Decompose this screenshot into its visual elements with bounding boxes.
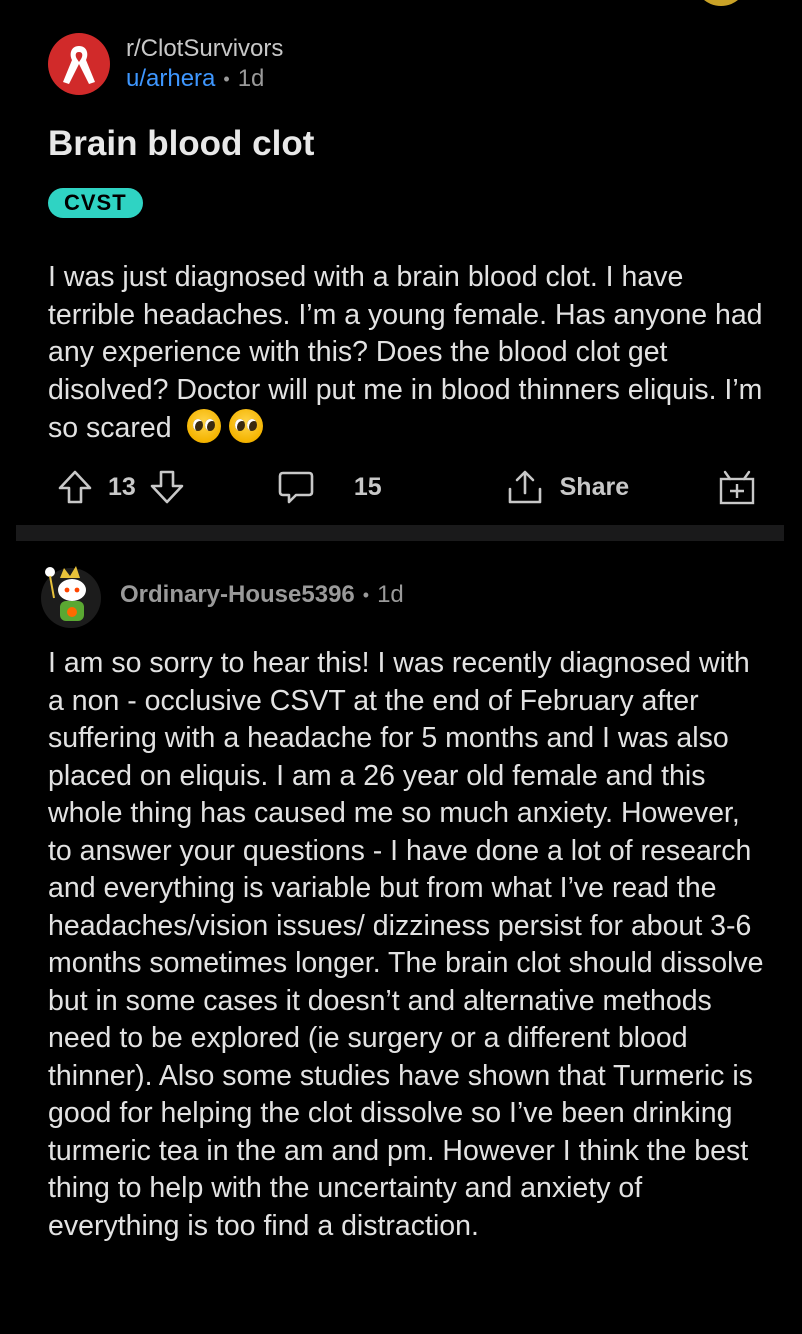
comment-bubble-icon[interactable]: [276, 467, 316, 507]
separator-dot: •: [362, 584, 370, 605]
partial-avatar-icon: [694, 0, 748, 6]
post-actions: 13 15 Share: [56, 464, 756, 510]
award-button[interactable]: [718, 467, 756, 507]
post-author[interactable]: u/arhera: [126, 64, 215, 94]
snoo-avatar-icon[interactable]: [38, 560, 104, 630]
post-title[interactable]: Brain blood clot: [48, 124, 314, 164]
comment-count: 15: [353, 472, 382, 501]
author-line: u/arhera • 1d: [126, 64, 283, 94]
post-flair[interactable]: CVST: [48, 188, 143, 218]
share-button[interactable]: Share: [506, 467, 629, 507]
gift-award-icon[interactable]: [718, 467, 756, 507]
comment-author[interactable]: Ordinary-House5396: [120, 581, 355, 609]
share-icon[interactable]: [506, 467, 544, 507]
post-age: 1d: [237, 65, 265, 92]
comment-body: I am so sorry to hear this! I was recent…: [48, 647, 764, 1242]
post-header: r/ClotSurvivors u/arhera • 1d: [48, 32, 754, 96]
share-label: Share: [559, 472, 630, 501]
subreddit-name[interactable]: r/ClotSurvivors: [126, 34, 283, 64]
separator-dot: •: [223, 69, 230, 89]
upvote-count: 13: [108, 472, 136, 501]
awareness-ribbon-icon[interactable]: [48, 33, 110, 95]
downvote-arrow-icon[interactable]: [148, 468, 186, 506]
comments-button[interactable]: 15: [276, 467, 382, 507]
upvote-arrow-icon[interactable]: [56, 468, 94, 506]
pleading-face-emoji: [187, 409, 222, 443]
comment-header: Ordinary-House5396 • 1d: [38, 560, 404, 630]
pleading-face-emoji: [229, 409, 264, 443]
post-body: I was just diagnosed with a brain blood …: [48, 259, 768, 448]
vote-group: 13: [56, 468, 186, 506]
section-divider: [16, 525, 784, 541]
comment-age: 1d: [377, 581, 404, 608]
post-body-text: I was just diagnosed with a brain blood …: [48, 261, 763, 444]
